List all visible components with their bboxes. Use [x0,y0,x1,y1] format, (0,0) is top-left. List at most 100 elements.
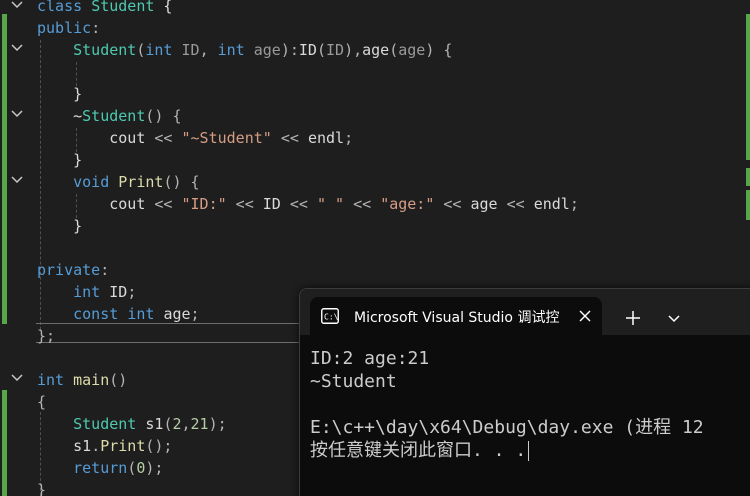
code-token: "~Student" [181,129,272,147]
code-line[interactable]: } [37,479,46,496]
svg-text:C:\: C:\ [324,313,339,322]
code-token: return [73,459,128,477]
tab-title: Microsoft Visual Studio 调试控 [354,310,560,326]
code-line[interactable]: Student s1(2,21); [37,413,227,435]
code-token: 2 [172,415,182,433]
code-token: cout [109,129,146,147]
code-line[interactable]: } [37,149,82,171]
close-icon[interactable] [576,307,594,325]
code-token: int [127,305,155,323]
code-token: ID [181,41,200,59]
code-token: ( [127,459,137,477]
code-token: " " [316,195,345,213]
fold-chevron-down-icon[interactable] [10,41,24,55]
code-token: main [73,371,110,389]
code-token: Print [100,437,146,455]
code-token: } [37,217,83,235]
code-line[interactable]: { [37,391,46,413]
code-token: cout [109,195,146,213]
chevron-down-icon[interactable] [666,310,682,326]
code-token: << [280,195,317,213]
code-token: << [145,195,182,213]
code-token: int [145,41,173,59]
console-line: 按任意键关闭此窗口. . . [310,440,527,461]
code-line[interactable]: } [37,83,82,105]
code-token: ): [280,41,299,59]
code-line[interactable]: void Print() { [37,171,200,193]
code-line[interactable]: return(0); [37,457,163,479]
code-token: : [91,19,101,37]
code-token: age [253,41,281,59]
console-titlebar[interactable]: C:\ Microsoft Visual Studio 调试控 [300,289,750,335]
code-token: const [73,305,119,323]
code-line[interactable]: }; [37,325,55,347]
code-line[interactable]: cout << "~Student" << endl; [37,127,353,149]
code-line[interactable]: int main() [37,369,127,391]
code-token: { [37,393,47,411]
code-token: ~ [37,107,83,125]
code-token: }; [37,327,56,345]
code-token: age [163,305,191,323]
console-line: ~Student [310,371,397,392]
code-line[interactable]: class Student { [37,0,172,17]
code-token: int [73,283,101,301]
code-token: ID [326,41,345,59]
fold-chevron-down-icon[interactable] [10,107,24,121]
brace-highlight [36,323,300,343]
code-line[interactable]: int ID; [37,281,136,303]
code-token: int [217,41,245,59]
code-token: } [37,85,83,103]
code-line[interactable]: const int age; [37,303,200,325]
console-tab[interactable]: C:\ Microsoft Visual Studio 调试控 [310,297,602,335]
change-mark [746,14,750,160]
fold-chevron-down-icon[interactable] [10,173,24,187]
code-token: Student [82,107,146,125]
code-token: age [362,41,390,59]
code-token: "ID:" [181,195,227,213]
code-line[interactable]: public: [37,17,100,39]
code-line[interactable]: private: [37,259,109,281]
console-prompt-line: 按任意键关闭此窗口. . . [310,439,750,462]
code-line[interactable]: ~Student() { [37,105,182,127]
desktop: class Student {public: Student(int ID, i… [0,0,750,496]
code-token: } [37,481,47,496]
code-line[interactable]: cout << "ID:" << ID << " " << "age:" << … [37,193,579,215]
console-output[interactable]: ID:2 age:21 ~Student E:\c++\day\x64\Debu… [310,347,750,462]
fold-chevron-down-icon[interactable] [10,0,24,12]
code-token: class [37,0,83,15]
code-token: private [37,261,101,279]
code-token: (); [145,437,173,455]
code-token: age [398,41,426,59]
code-token: ID [109,283,128,301]
code-token: ( [389,41,399,59]
code-line[interactable]: s1.Print(); [37,435,172,457]
code-token: () { [163,173,200,191]
code-token: void [73,173,110,191]
code-token: : [100,261,110,279]
debug-console-window[interactable]: C:\ Microsoft Visual Studio 调试控 ID:2 age… [299,288,750,496]
code-line[interactable]: Student(int ID, int age):ID(ID),age(age)… [37,39,452,61]
code-token: ); [208,415,227,433]
fold-chevron-down-icon[interactable] [10,371,24,385]
code-token: ; [569,195,579,213]
code-token: () [109,371,128,389]
code-token: age [470,195,498,213]
code-token: ; [190,305,200,323]
text-cursor [528,441,530,461]
code-line[interactable]: } [37,215,82,237]
code-token: Print [118,173,164,191]
code-token: () { [145,107,182,125]
plus-icon[interactable] [624,309,642,327]
code-token: << [271,129,308,147]
code-token: s1 [73,437,92,455]
